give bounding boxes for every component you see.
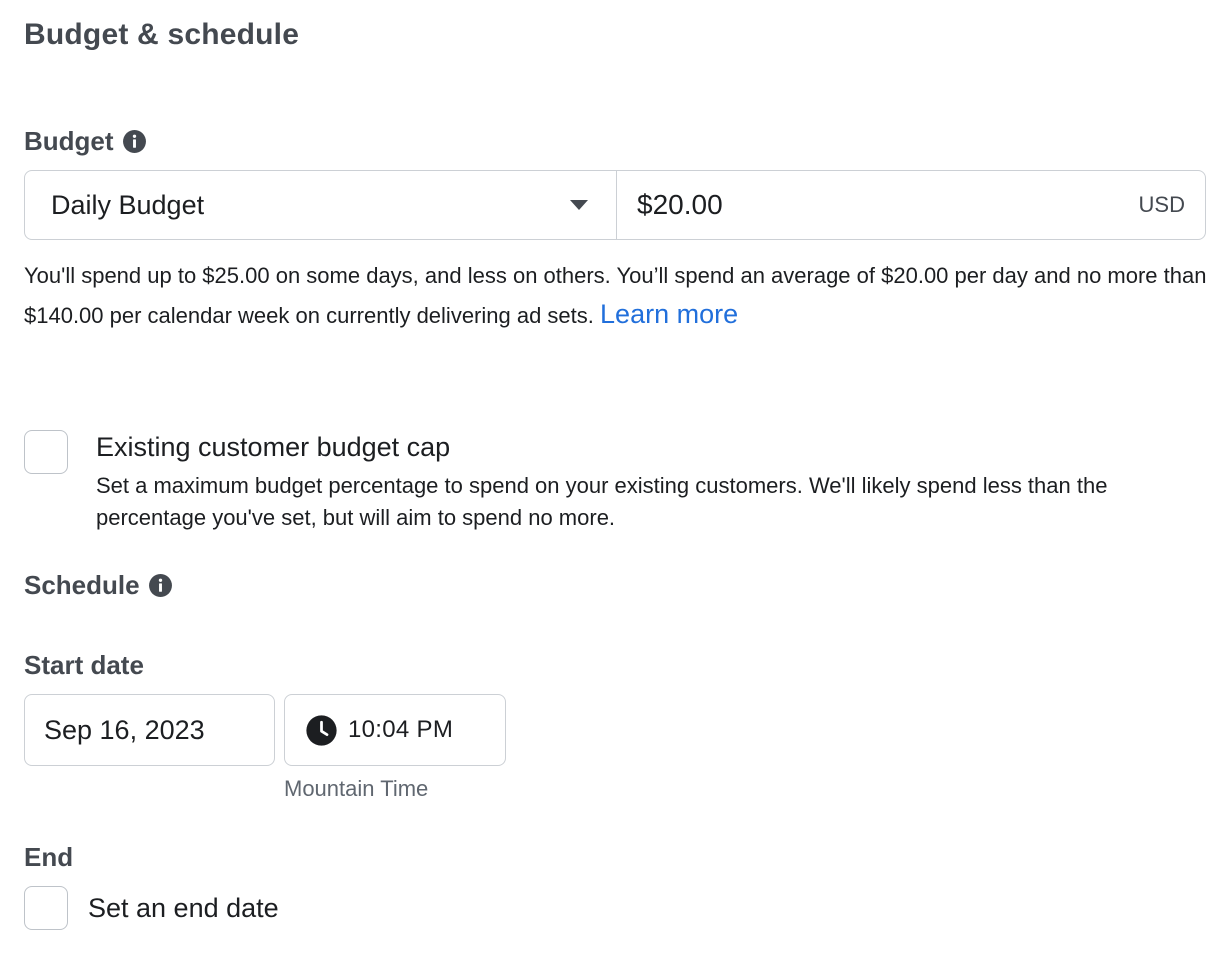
clock-icon — [305, 714, 338, 747]
timezone-label: Mountain Time — [284, 776, 429, 801]
currency-label: USD — [1138, 192, 1185, 217]
section-title: Budget & schedule — [24, 18, 300, 51]
customer-cap-description: Set a maximum budget percentage to spend… — [96, 473, 1108, 530]
budget-type-dropdown[interactable]: Daily Budget — [25, 171, 617, 239]
start-date-label-text: Start date — [24, 650, 144, 680]
budget-type-value: Daily Budget — [51, 189, 205, 220]
schedule-label-row: Schedule — [24, 570, 173, 601]
schedule-label: Schedule — [24, 570, 140, 600]
budget-input-group: Daily Budget $20.00 USD — [24, 170, 1206, 240]
budget-help-text: You'll spend up to $25.00 on some days, … — [24, 256, 1209, 335]
info-icon[interactable] — [148, 573, 173, 598]
start-date-value: Sep 16, 2023 — [44, 714, 205, 745]
budget-label-row: Budget — [24, 126, 147, 157]
end-label: End — [24, 842, 73, 873]
end-date-checkbox[interactable] — [24, 886, 68, 930]
customer-cap-checkbox[interactable] — [24, 430, 68, 474]
customer-cap-title: Existing customer budget cap — [96, 432, 451, 462]
info-icon[interactable] — [122, 129, 147, 154]
caret-down-icon — [570, 200, 588, 210]
learn-more-link[interactable]: Learn more — [600, 299, 738, 329]
end-label-text: End — [24, 842, 74, 872]
start-date-label: Start date — [24, 650, 144, 681]
end-date-checkbox-label[interactable]: Set an end date — [88, 893, 279, 924]
budget-label: Budget — [24, 126, 114, 156]
start-time-input[interactable]: 10:04 PM — [284, 694, 506, 766]
budget-amount-input[interactable]: $20.00 USD — [617, 171, 1205, 239]
start-time-value: 10:04 PM — [348, 716, 454, 743]
budget-amount-value: $20.00 — [637, 189, 723, 220]
start-date-input[interactable]: Sep 16, 2023 — [24, 694, 275, 766]
